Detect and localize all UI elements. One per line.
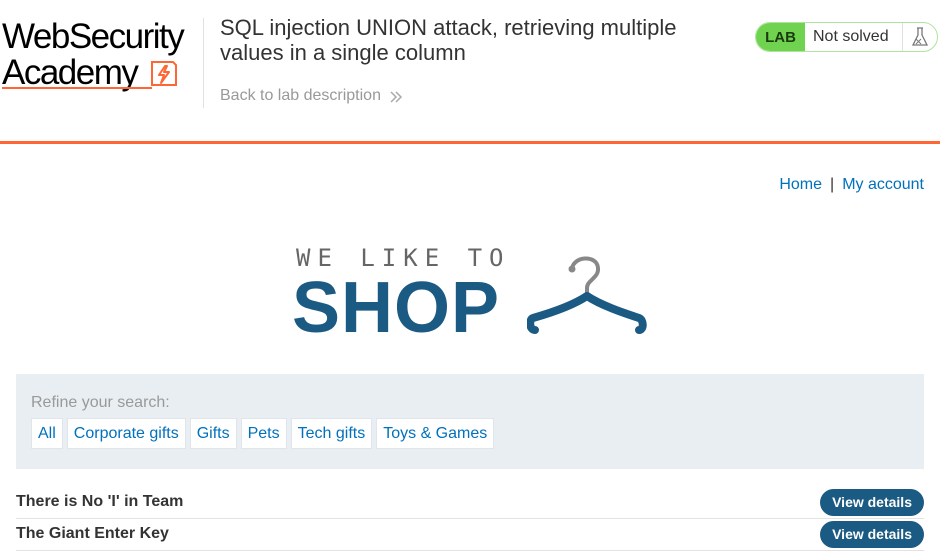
view-details-button[interactable]: View details bbox=[820, 521, 924, 548]
flask-icon bbox=[903, 23, 937, 51]
product-name: There is No 'I' in Team bbox=[16, 493, 184, 510]
double-chevron-right-icon bbox=[390, 90, 403, 103]
home-link[interactable]: Home bbox=[779, 176, 822, 193]
top-nav: Home | My account bbox=[779, 176, 924, 194]
product-name: The Giant Enter Key bbox=[16, 525, 169, 542]
lab-status-widget: LAB Not solved bbox=[755, 22, 938, 52]
category-tech-gifts[interactable]: Tech gifts bbox=[290, 418, 373, 449]
lab-title: SQL injection UNION attack, retrieving m… bbox=[220, 15, 677, 65]
refine-search-label: Refine your search: bbox=[31, 394, 170, 411]
product-row: There is No 'I' in Team View details bbox=[16, 487, 924, 519]
category-corporate-gifts[interactable]: Corporate gifts bbox=[66, 418, 186, 449]
product-row: The Giant Enter Key View details bbox=[16, 519, 924, 551]
logo-underline bbox=[2, 87, 152, 89]
clothes-hanger-icon bbox=[527, 256, 647, 334]
shop-wordmark: SHOP bbox=[292, 268, 501, 348]
view-details-button[interactable]: View details bbox=[820, 489, 924, 516]
lab-status-text: Not solved bbox=[805, 23, 903, 51]
back-to-lab-description-link[interactable]: Back to lab description bbox=[220, 87, 403, 105]
search-filter-panel: Refine your search: All Corporate gifts … bbox=[16, 374, 924, 469]
header-divider bbox=[203, 18, 204, 108]
category-toys-games[interactable]: Toys & Games bbox=[376, 418, 495, 449]
category-all[interactable]: All bbox=[31, 418, 63, 449]
back-link-label: Back to lab description bbox=[220, 87, 381, 104]
category-pets[interactable]: Pets bbox=[240, 418, 287, 449]
web-security-academy-logo[interactable]: WebSecurity Academy bbox=[2, 18, 202, 94]
nav-separator: | bbox=[830, 176, 835, 193]
lab-header: WebSecurity Academy SQL injection UNION … bbox=[0, 0, 940, 144]
product-list: There is No 'I' in Team View details The… bbox=[16, 487, 924, 551]
logo-line-1: WebSecurity bbox=[2, 17, 185, 56]
lightning-bolt-icon bbox=[151, 61, 177, 86]
my-account-link[interactable]: My account bbox=[842, 176, 924, 193]
category-filter-list: All Corporate gifts Gifts Pets Tech gift… bbox=[31, 418, 495, 449]
lab-badge: LAB bbox=[756, 23, 805, 51]
category-gifts[interactable]: Gifts bbox=[189, 418, 237, 449]
